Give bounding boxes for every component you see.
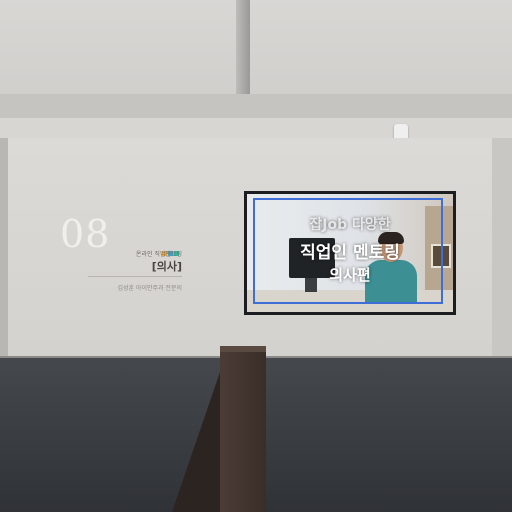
gallery-scene: 08 온라인 직업멘토링 [의사] 김성훈 아이안주과 전문의 잡Job 다양한… — [0, 0, 512, 512]
video-title-line3: 의사편 — [329, 266, 371, 284]
exhibit-number: 08 — [60, 212, 111, 256]
exhibit-person-name: 김성훈 아이안주과 전문의 — [117, 285, 182, 292]
video-title-line2: 직업인 멘토링 — [300, 243, 400, 263]
right-wall — [492, 138, 512, 360]
exhibit-subtitle: 온라인 직업멘토링 — [135, 251, 182, 258]
video-screen[interactable]: 잡Job 다양한 직업인 멘토링 의사편 — [244, 191, 456, 315]
accent-dots — [162, 241, 182, 256]
ceiling-soffit — [0, 94, 512, 120]
bench — [220, 348, 266, 512]
divider — [88, 276, 182, 277]
left-wall — [0, 138, 8, 360]
exhibit-title: [의사] — [151, 260, 182, 273]
video-thumbnail[interactable]: 잡Job 다양한 직업인 멘토링 의사편 — [247, 194, 453, 312]
ceiling-beam — [236, 0, 250, 95]
bench-top — [220, 346, 266, 352]
ceiling-molding — [0, 118, 512, 139]
video-title-line1: 잡Job 다양한 — [309, 217, 391, 233]
